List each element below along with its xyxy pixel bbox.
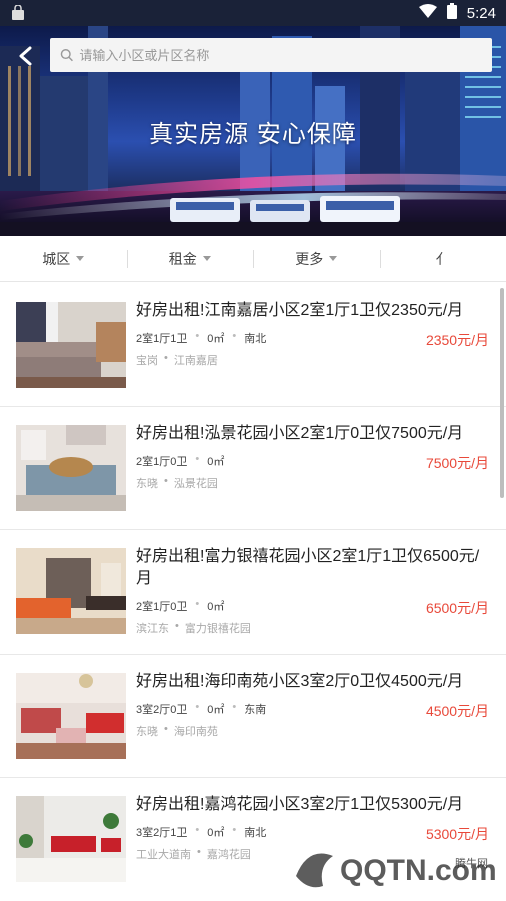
listing-district: 东晓 [136,723,158,739]
shopping-bag-icon [10,5,26,21]
watermark-logo: QQTN.com [288,836,498,896]
filter-sort[interactable]: ⺅ [380,248,506,270]
separator: • [195,598,199,614]
search-input[interactable] [79,48,492,63]
back-arrow-icon [17,46,35,66]
search-bar[interactable] [50,38,492,72]
listing-layout: 2室1厅0卫 [136,453,187,469]
listing-district: 滨江东 [136,620,169,636]
listing-layout: 3室2厅1卫 [136,824,187,840]
listing-community: 海印南苑 [174,723,218,739]
listing-district: 东晓 [136,475,158,491]
caret-down-icon [329,256,337,261]
filter-label: 城区 [42,249,70,269]
listing-price: 6500元/月 [426,598,489,618]
listing-title: 好房出租!嘉鸿花园小区3室2厅1卫仅5300元/月 [136,794,490,816]
listing-title: 好房出租!泓景花园小区2室1厅0卫仅7500元/月 [136,423,490,445]
back-button[interactable] [12,42,40,70]
filter-label: 租金 [169,249,197,269]
listing-layout: 2室1厅0卫 [136,598,187,614]
status-bar: 5:24 [0,0,506,26]
listing-orientation: 南北 [244,330,266,346]
caret-down-icon [203,256,211,261]
separator: • [197,846,201,862]
scrollbar[interactable] [500,288,504,498]
banner-slogan: 真实房源 安心保障 [0,114,506,149]
filter-label: 更多 [295,249,323,269]
listing-title: 好房出租!富力银禧花园小区2室1厅1卫仅6500元/月 [136,546,490,590]
listing-item[interactable]: 好房出租!海印南苑小区3室2厅0卫仅4500元/月 3室2厅0卫 • 0㎡ • … [0,655,506,778]
listing-item[interactable]: 好房出租!富力银禧花园小区2室1厅1卫仅6500元/月 2室1厅0卫 • 0㎡ … [0,530,506,655]
listing-meta: 2室1厅0卫 • 0㎡ [136,598,224,614]
filter-bar: 城区 租金 更多 ⺅ [0,236,506,282]
listing-photo [16,548,126,634]
wifi-icon [419,4,437,22]
listing-photo [16,796,126,882]
listing-title: 好房出租!江南嘉居小区2室1厅1卫仅2350元/月 [136,300,490,322]
listing-orientation: 东南 [244,701,266,717]
listing-price: 2350元/月 [426,330,489,350]
listing-meta: 3室2厅1卫 • 0㎡ • 南北 [136,824,266,840]
listing-community: 江南嘉居 [174,352,218,368]
separator: • [195,824,199,840]
battery-icon [447,3,457,23]
listing-area: 0㎡ [207,598,224,614]
separator: • [232,701,236,717]
listing-item[interactable]: 好房出租!泓景花园小区2室1厅0卫仅7500元/月 2室1厅0卫 • 0㎡ 东晓… [0,407,506,530]
filter-label: ⺅ [436,249,450,269]
listing-price: 7500元/月 [426,453,489,473]
listing-community: 富力银禧花园 [185,620,251,636]
separator: • [164,475,168,491]
listing-district: 宝岗 [136,352,158,368]
listing-orientation: 南北 [244,824,266,840]
separator: • [164,352,168,368]
listing-area: 0㎡ [207,330,224,346]
listing-community: 泓景花园 [174,475,218,491]
filter-rent[interactable]: 租金 [127,248,254,270]
caret-down-icon [76,256,84,261]
separator: • [164,723,168,739]
separator: • [232,330,236,346]
listing-location: 工业大道南 • 嘉鸿花园 [136,846,251,862]
listing-item[interactable]: 好房出租!江南嘉居小区2室1厅1卫仅2350元/月 2室1厅1卫 • 0㎡ • … [0,284,506,407]
hero-banner: 真实房源 安心保障 [0,26,506,236]
listing-price: 4500元/月 [426,701,489,721]
listing-meta: 2室1厅1卫 • 0㎡ • 南北 [136,330,266,346]
listing-meta: 2室1厅0卫 • 0㎡ [136,453,224,469]
listing-photo [16,673,126,759]
clock: 5:24 [467,5,496,22]
listing-location: 滨江东 • 富力银禧花园 [136,620,251,636]
filter-more[interactable]: 更多 [253,248,380,270]
listing-location: 东晓 • 海印南苑 [136,723,218,739]
separator: • [232,824,236,840]
separator: • [195,330,199,346]
listing-layout: 2室1厅1卫 [136,330,187,346]
listing-area: 0㎡ [207,453,224,469]
watermark-brand-text: QQTN.com [340,854,497,887]
listing-list: 好房出租!江南嘉居小区2室1厅1卫仅2350元/月 2室1厅1卫 • 0㎡ • … [0,284,506,901]
separator: • [195,701,199,717]
separator: • [195,453,199,469]
listing-area: 0㎡ [207,701,224,717]
separator: • [175,620,179,636]
listing-community: 嘉鸿花园 [207,846,251,862]
listing-area: 0㎡ [207,824,224,840]
search-icon [60,48,73,62]
listing-meta: 3室2厅0卫 • 0㎡ • 东南 [136,701,266,717]
listing-location: 宝岗 • 江南嘉居 [136,352,218,368]
listing-photo [16,302,126,388]
listing-location: 东晓 • 泓景花园 [136,475,218,491]
listing-district: 工业大道南 [136,846,191,862]
listing-title: 好房出租!海印南苑小区3室2厅0卫仅4500元/月 [136,671,490,693]
listing-photo [16,425,126,511]
listing-layout: 3室2厅0卫 [136,701,187,717]
filter-district[interactable]: 城区 [0,248,127,270]
